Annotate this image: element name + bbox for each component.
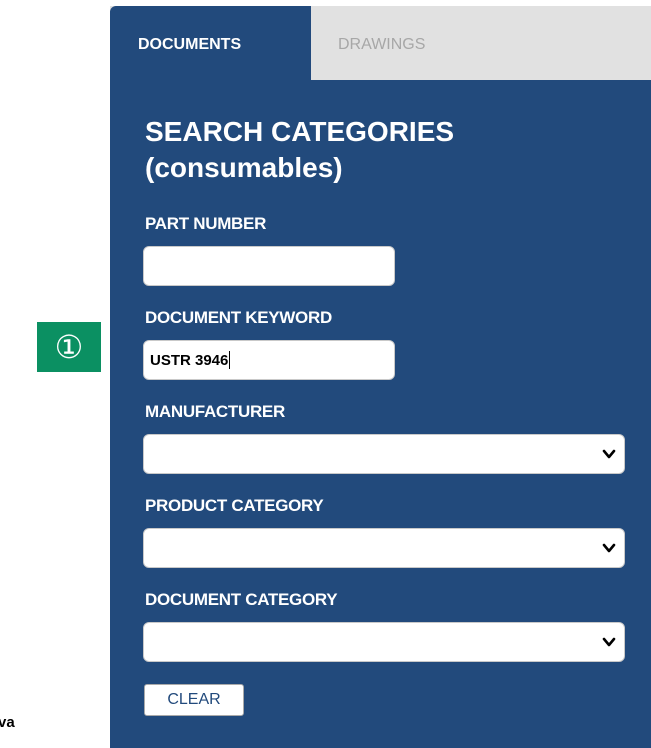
document-category-label: DOCUMENT CATEGORY (145, 590, 338, 609)
product-category-select[interactable] (143, 528, 625, 568)
document-category-select[interactable] (143, 622, 625, 662)
text-cursor (229, 351, 231, 369)
document-keyword-value: USTR 3946 (150, 352, 229, 369)
search-panel: DOCUMENTS DRAWINGS SEARCH CATEGORIES (co… (110, 6, 651, 748)
panel-title-line1: SEARCH CATEGORIES (145, 116, 455, 147)
manufacturer-label: MANUFACTURER (145, 402, 285, 421)
chevron-down-icon (602, 449, 616, 459)
document-keyword-input[interactable]: USTR 3946 (143, 340, 395, 380)
clear-button[interactable]: CLEAR (144, 684, 244, 716)
tab-bar: DOCUMENTS DRAWINGS (110, 6, 651, 80)
document-keyword-label: DOCUMENT KEYWORD (145, 308, 332, 327)
part-number-input[interactable] (143, 246, 395, 286)
manufacturer-select[interactable] (143, 434, 625, 474)
page: ① va DOCUMENTS DRAWINGS SEARCH CATEGORIE… (0, 0, 651, 748)
chevron-down-icon (602, 637, 616, 647)
cropped-edge-text: va (0, 714, 15, 731)
part-number-label: PART NUMBER (145, 214, 267, 233)
search-form: SEARCH CATEGORIES (consumables) PART NUM… (110, 80, 651, 748)
tab-documents[interactable]: DOCUMENTS (110, 6, 311, 80)
step-marker-badge: ① (37, 322, 101, 372)
tab-drawings[interactable]: DRAWINGS (338, 6, 498, 80)
product-category-label: PRODUCT CATEGORY (145, 496, 324, 515)
panel-title: SEARCH CATEGORIES (consumables) (145, 114, 565, 186)
panel-title-line2: (consumables) (145, 152, 343, 183)
chevron-down-icon (602, 543, 616, 553)
